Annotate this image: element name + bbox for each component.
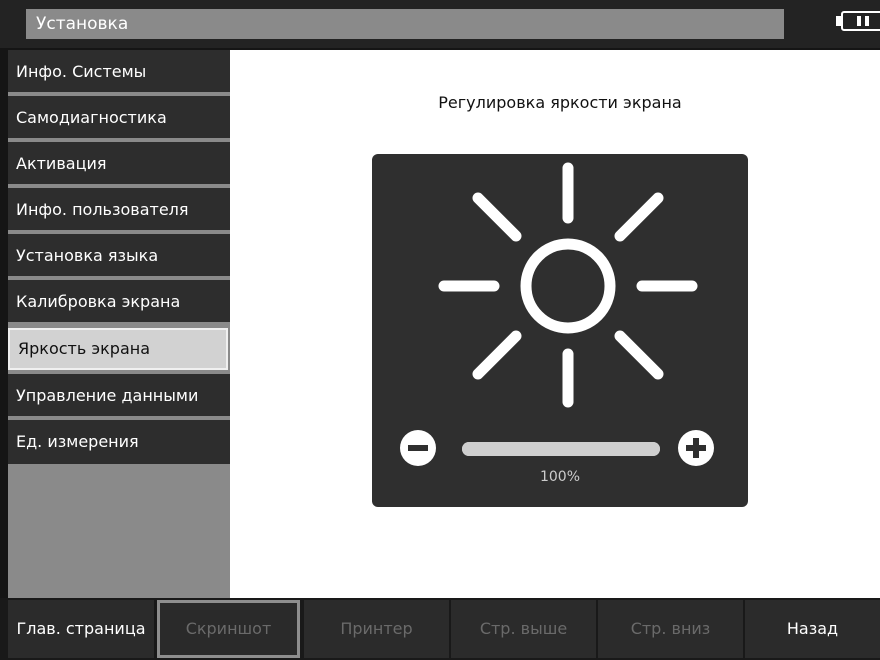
brightness-decrease-button[interactable] <box>400 430 436 466</box>
page-up-button[interactable]: Стр. выше <box>451 600 596 658</box>
brightness-panel: 100% <box>372 154 748 507</box>
sidebar-item-units[interactable]: Ед. измерения <box>8 420 230 464</box>
main-content: Регулировка яркости экрана 100% <box>230 50 880 598</box>
home-button[interactable]: Глав. страница <box>8 600 154 658</box>
bottom-toolbar: Глав. страница Скриншот Принтер Стр. выш… <box>0 598 880 660</box>
printer-button[interactable]: Принтер <box>304 600 449 658</box>
sidebar-item-label: Управление данными <box>16 386 199 405</box>
back-button[interactable]: Назад <box>745 600 880 658</box>
brightness-slider[interactable] <box>462 442 660 456</box>
sidebar-item-screen-brightness[interactable]: Яркость экрана <box>8 328 228 370</box>
sidebar-item-label: Инфо. Системы <box>16 62 147 81</box>
battery-bar <box>865 16 869 26</box>
screenshot-button[interactable]: Скриншот <box>157 600 300 658</box>
page-down-button[interactable]: Стр. вниз <box>598 600 743 658</box>
sidebar-item-user-info[interactable]: Инфо. пользователя <box>8 188 230 232</box>
sidebar-item-label: Калибровка экрана <box>16 292 181 311</box>
page-title: Регулировка яркости экрана <box>438 93 682 112</box>
brightness-value: 100% <box>539 469 581 485</box>
window-title: Установка <box>26 9 784 39</box>
brightness-increase-button[interactable] <box>678 430 714 466</box>
sidebar-item-screen-calibration[interactable]: Калибровка экрана <box>8 280 230 324</box>
battery-icon <box>841 11 880 31</box>
sidebar-item-label: Самодиагностика <box>16 108 167 127</box>
battery-bar <box>857 16 861 26</box>
sidebar-item-data-management[interactable]: Управление данными <box>8 374 230 418</box>
sidebar-item-label: Яркость экрана <box>18 339 151 358</box>
sidebar-item-system-info[interactable]: Инфо. Системы <box>8 50 230 94</box>
sidebar-item-label: Активация <box>16 154 107 173</box>
brightness-slider-fill <box>462 442 660 456</box>
title-bar: Установка <box>0 0 880 48</box>
sidebar-item-label: Инфо. пользователя <box>16 200 189 219</box>
sidebar-item-activation[interactable]: Активация <box>8 142 230 186</box>
sidebar-item-self-diagnostics[interactable]: Самодиагностика <box>8 96 230 140</box>
sidebar-item-label: Установка языка <box>16 246 159 265</box>
sidebar-item-label: Ед. измерения <box>16 432 139 451</box>
sidebar-item-language[interactable]: Установка языка <box>8 234 230 278</box>
sun-icon <box>438 162 698 408</box>
sidebar: Инфо. Системы Самодиагностика Активация … <box>8 50 230 598</box>
